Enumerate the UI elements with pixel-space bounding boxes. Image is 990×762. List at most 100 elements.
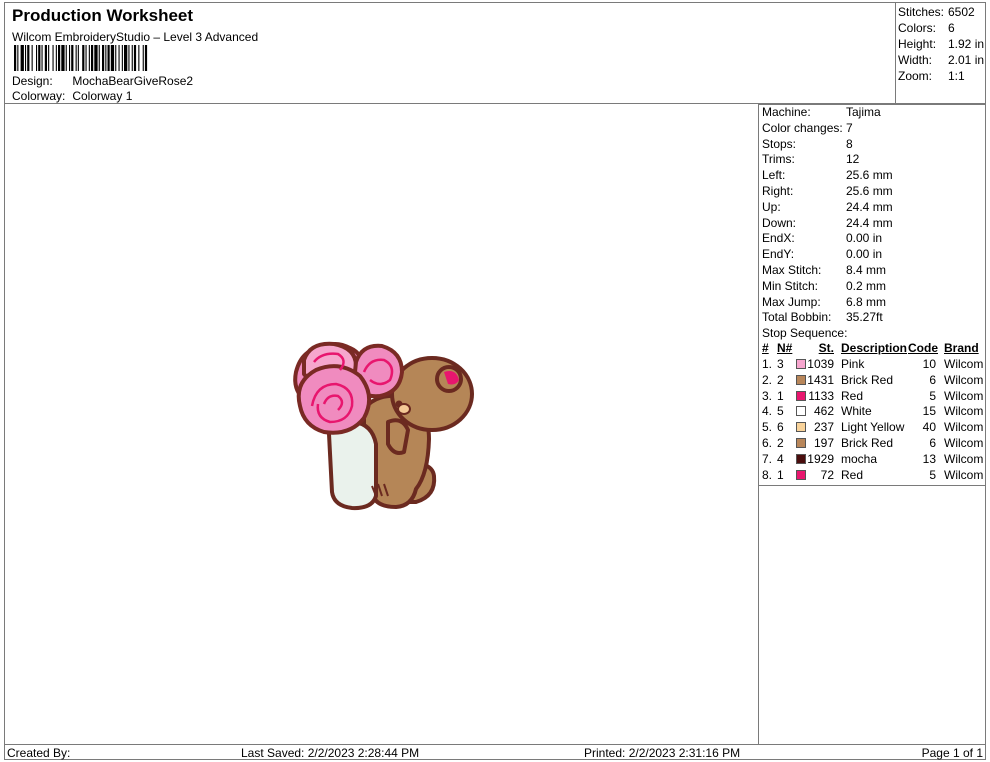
row-needle: 2 (777, 372, 784, 387)
info-value: 0.00 in (846, 231, 883, 246)
row-number: 1. (762, 357, 773, 371)
color-swatch (796, 359, 806, 369)
info-label: Stops: (762, 136, 797, 151)
row-needle: 6 (777, 420, 784, 435)
row-description: Pink (841, 357, 865, 371)
printed-date: Printed: 2/2/2023 2:31:16 PM (584, 746, 741, 760)
row-code: 40 (922, 420, 936, 435)
table-row: 3. 1 1133 Red 5 Wilcom (759, 389, 986, 405)
design-label: Design: (12, 74, 53, 88)
created-by: Created By: (7, 746, 71, 760)
design-preview-area (4, 104, 759, 744)
row-brand: Wilcom (944, 372, 984, 387)
row-description: Brick Red (841, 372, 894, 387)
summary-panel: Stitches: 6502 Colors: 6 Height: 1.92 in Wi… (896, 2, 986, 104)
embroidery-design-image (293, 341, 474, 511)
barcode-image (14, 45, 148, 71)
info-label: Left: (762, 168, 786, 183)
info-value: Tajima (846, 105, 881, 119)
worksheet-header: Production Worksheet Wilcom EmbroiderySt… (4, 2, 896, 104)
table-row: 2. 2 1431 Brick Red 6 Wilcom (759, 373, 986, 389)
summary-value: 6 (948, 21, 955, 35)
row-brand: Wilcom (944, 467, 984, 482)
info-label: Max Jump: (762, 294, 821, 309)
row-description: Light Yellow (841, 420, 905, 435)
summary-label: Zoom: (898, 69, 933, 83)
row-number: 2. (762, 372, 773, 387)
page-title: Production Worksheet (12, 6, 194, 25)
row-number: 6. (762, 436, 773, 450)
table-header: # N# St. Description Code Brand (759, 341, 986, 357)
row-description: Red (841, 467, 864, 482)
col-header-needle: N# (777, 341, 793, 355)
row-needle: 2 (777, 436, 784, 450)
color-swatch (796, 469, 806, 480)
info-row: Max Jump: 6.8 mm (762, 295, 886, 311)
machine-info-panel: Machine: Tajima Color changes: 7 Stops: 8 Trim… (759, 104, 986, 744)
info-row: EndX: 0.00 in (762, 231, 882, 247)
info-row: Right: 25.6 mm (762, 184, 893, 200)
row-code: 5 (929, 467, 936, 482)
color-swatch (796, 406, 806, 417)
summary-value: 2.01 in (948, 53, 985, 67)
colorway-value: Colorway 1 (72, 89, 133, 103)
info-value: 24.4 mm (846, 215, 893, 230)
row-code: 6 (929, 436, 936, 450)
info-label: EndY: (762, 247, 795, 262)
info-label: EndX: (762, 231, 795, 246)
info-row: Max Stitch: 8.4 mm (762, 263, 886, 279)
summary-value: 6502 (948, 5, 975, 19)
row-stitches: 1929 (807, 451, 834, 466)
col-header-number: # (762, 341, 769, 355)
table-row: 4. 5 462 White 15 Wilcom (759, 404, 986, 420)
summary-label: Width: (898, 53, 933, 67)
row-stitches: 1133 (808, 388, 834, 403)
row-number: 7. (762, 451, 773, 466)
summary-value: 1:1 (948, 69, 965, 83)
row-number: 5. (762, 420, 773, 435)
info-value: 6.8 mm (846, 294, 887, 309)
info-value: 12 (846, 152, 860, 167)
color-swatch (796, 438, 806, 448)
info-value: 24.4 mm (846, 199, 893, 214)
info-value: 0.2 mm (846, 278, 887, 293)
table-row: 5. 6 237 Light Yellow 40 Wilcom (759, 420, 986, 436)
row-needle: 1 (777, 467, 784, 482)
last-saved: Last Saved: 2/2/2023 2:28:44 PM (241, 746, 420, 760)
row-code: 13 (922, 451, 936, 466)
row-number: 8. (762, 467, 773, 482)
info-value: 0.00 in (846, 247, 883, 262)
info-label: Color changes: (762, 120, 843, 135)
row-number: 3. (762, 388, 773, 403)
summary-row-stitches: Stitches: 6502 (898, 5, 975, 19)
info-value: 8 (846, 136, 853, 151)
row-stitches: 197 (813, 436, 834, 450)
color-swatch (796, 422, 806, 433)
summary-label: Stitches: (898, 5, 945, 19)
stop-sequence-table: # N# St. Description Code Brand 1. 3 1039 P… (759, 341, 986, 486)
row-brand: Wilcom (944, 436, 984, 450)
info-label: Trims: (762, 152, 795, 167)
info-value: 25.6 mm (846, 184, 893, 198)
row-number: 4. (762, 404, 773, 419)
row-brand: Wilcom (944, 451, 984, 466)
row-needle: 1 (777, 388, 784, 403)
info-row: EndY: 0.00 in (762, 247, 882, 263)
row-code: 10 (922, 357, 936, 371)
software-name: Wilcom EmbroideryStudio – Level 3 Advanc… (12, 30, 259, 44)
info-label: Machine: (762, 105, 811, 119)
summary-label: Height: (898, 37, 937, 51)
info-row: Trims: 12 (762, 152, 859, 168)
info-row: Left: 25.6 mm (762, 168, 893, 184)
row-needle: 4 (777, 451, 784, 466)
summary-row-width: Width: 2.01 in (898, 53, 984, 67)
row-code: 6 (929, 372, 936, 387)
summary-row-height: Height: 1.92 in (898, 37, 984, 51)
col-header-stitches: St. (818, 341, 834, 355)
design-row: Design: MochaBearGiveRose2 (12, 74, 193, 88)
row-needle: 3 (777, 357, 784, 371)
table-row: 8. 1 72 Red 5 Wilcom (759, 468, 986, 484)
color-swatch (796, 453, 806, 464)
info-value: 7 (846, 120, 853, 135)
colorway-label: Colorway: (12, 89, 66, 103)
